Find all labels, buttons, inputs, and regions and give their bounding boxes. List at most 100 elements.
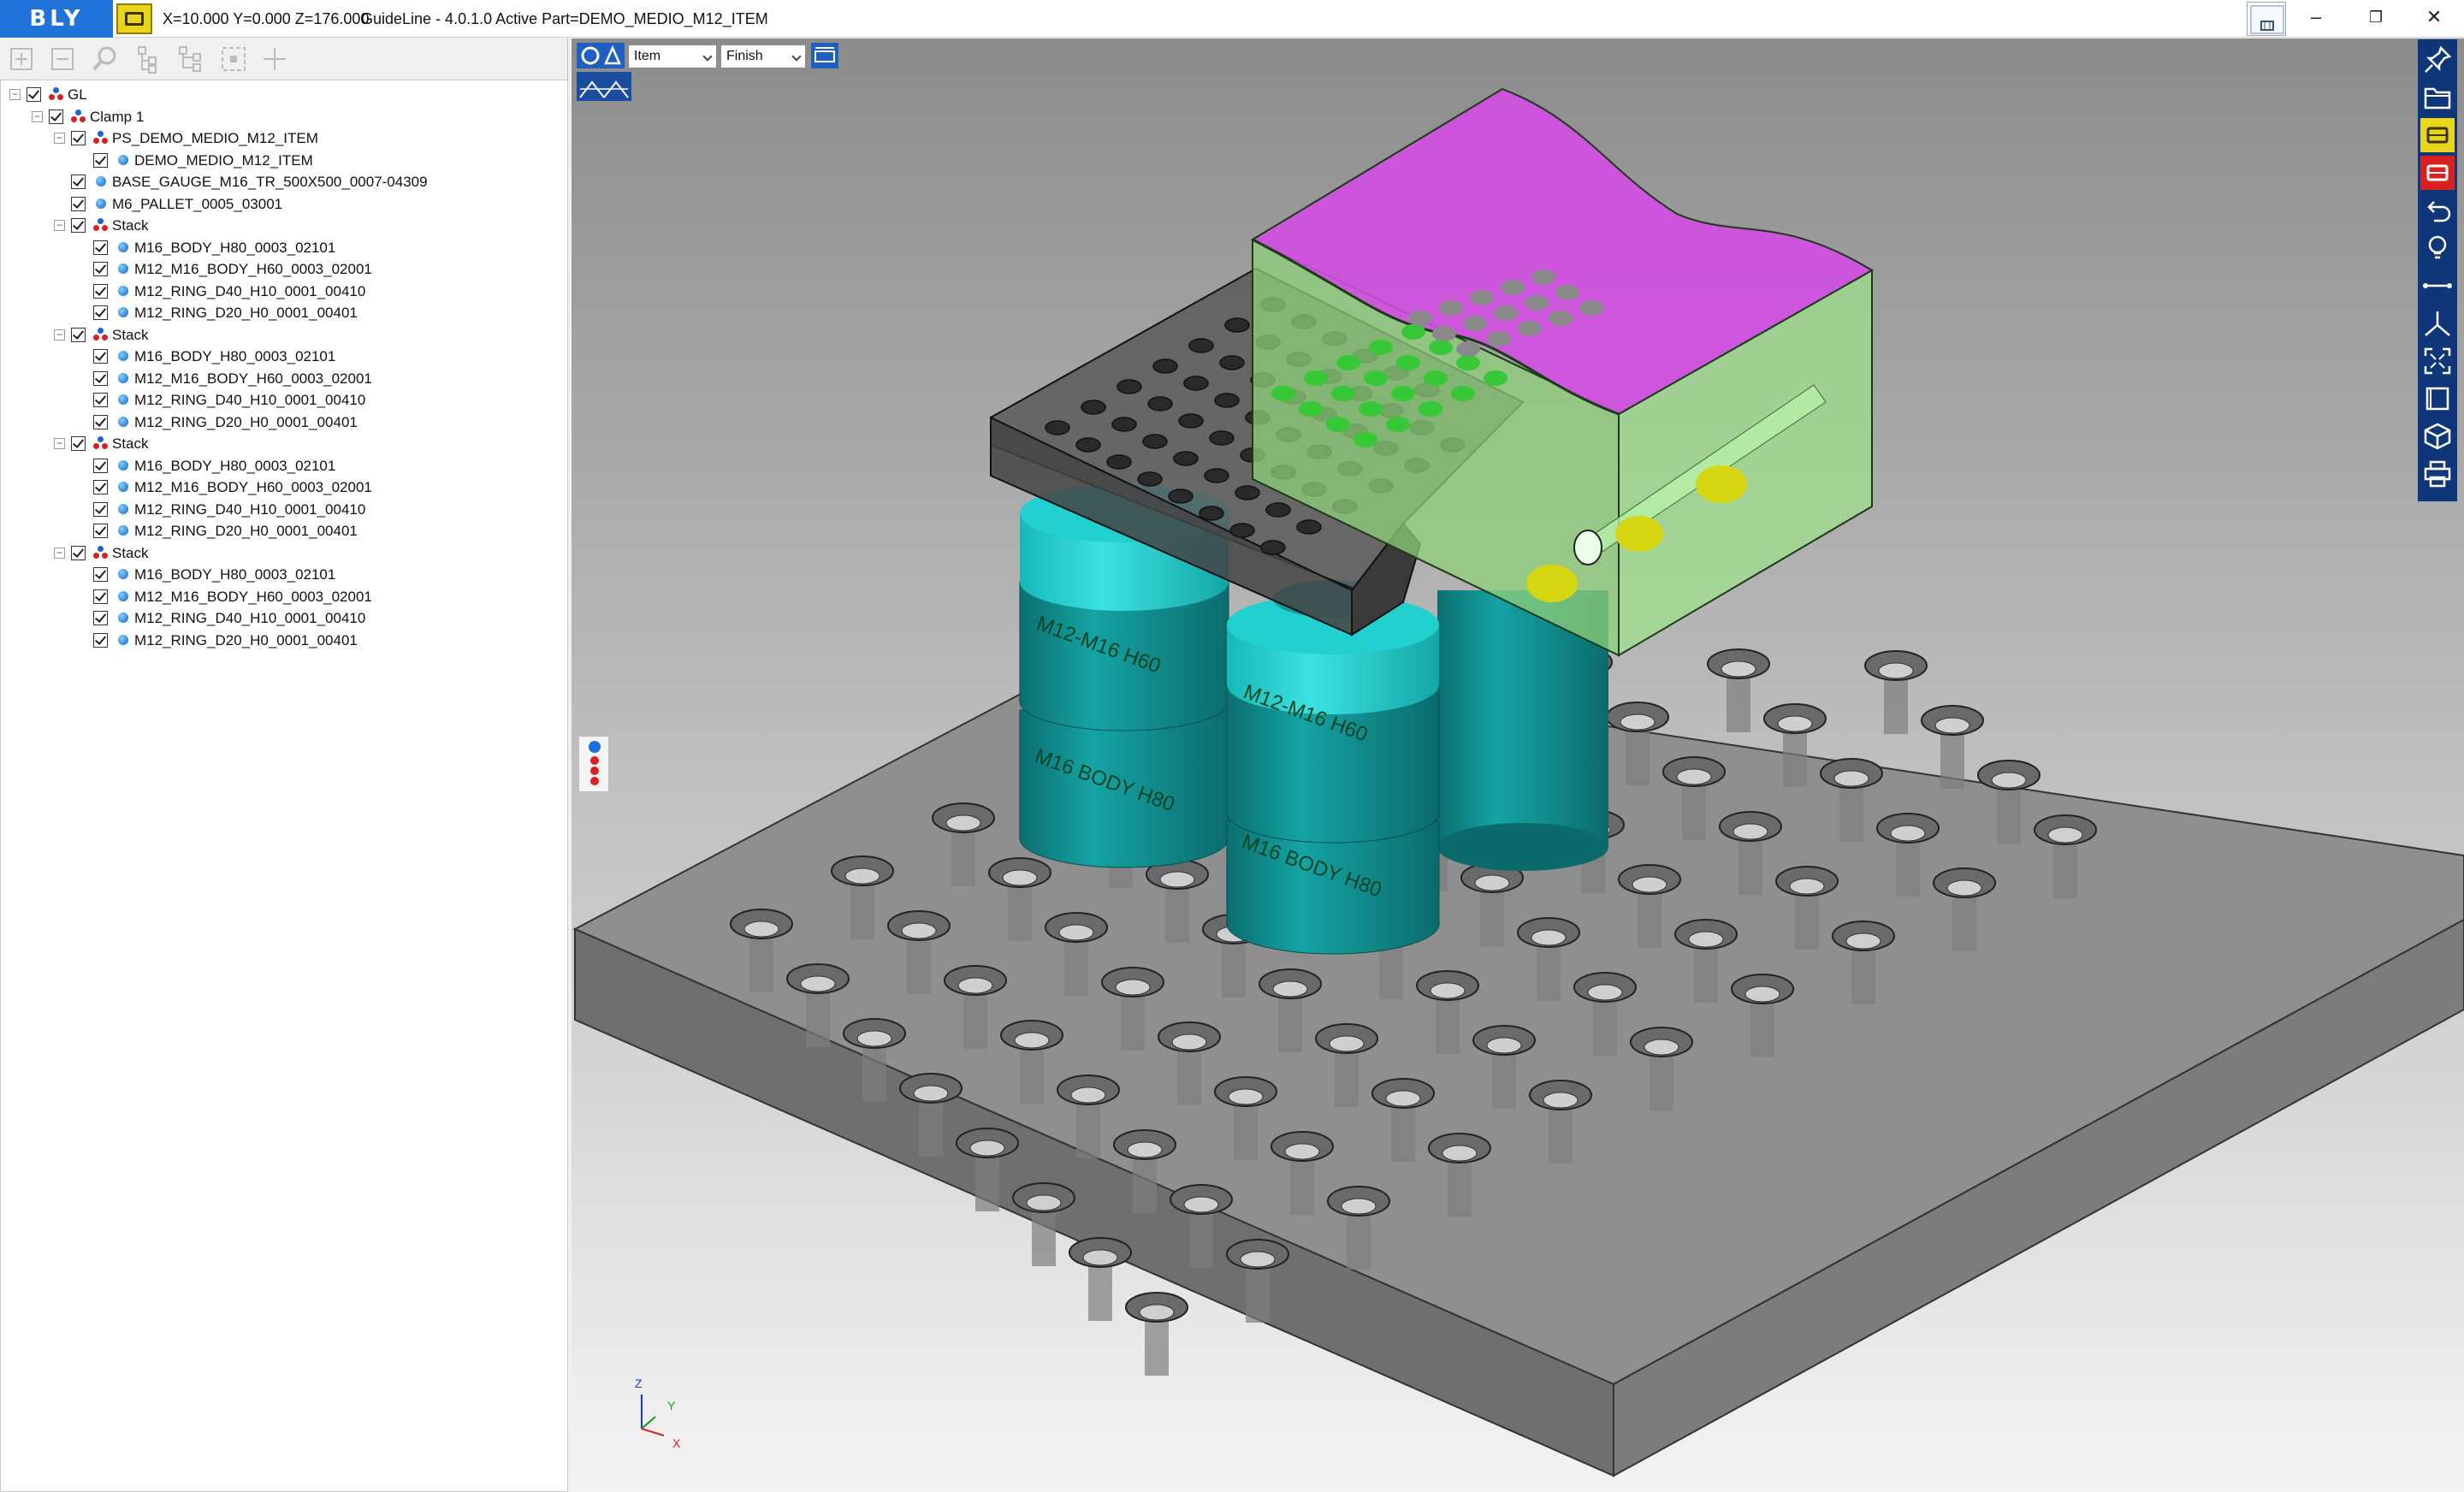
tree-row[interactable]: M12_M16_BODY_H60_0003_02001: [1, 258, 566, 280]
visibility-checkbox[interactable]: [93, 611, 108, 625]
pin-icon[interactable]: [2420, 43, 2455, 77]
finish-select[interactable]: Finish: [720, 44, 806, 68]
visibility-checkbox[interactable]: [93, 240, 108, 255]
visibility-checkbox[interactable]: [71, 175, 86, 189]
visibility-checkbox[interactable]: [93, 524, 108, 538]
expander-icon[interactable]: −: [54, 547, 65, 559]
visibility-checkbox[interactable]: [27, 87, 41, 102]
tree-row[interactable]: M16_BODY_H80_0003_02101: [1, 455, 566, 477]
visibility-checkbox[interactable]: [71, 327, 86, 342]
expander-icon[interactable]: −: [9, 89, 21, 100]
tree-row[interactable]: BASE_GAUGE_M16_TR_500X500_0007-04309: [1, 171, 566, 192]
visibility-checkbox[interactable]: [71, 218, 86, 233]
visibility-checkbox[interactable]: [93, 501, 108, 517]
fit-selection-icon[interactable]: [217, 44, 250, 74]
visibility-checkbox[interactable]: [93, 480, 108, 494]
visibility-checkbox[interactable]: [93, 305, 108, 320]
visibility-checkbox[interactable]: [93, 632, 108, 648]
visibility-checkbox[interactable]: [71, 131, 86, 145]
tree-row[interactable]: M12_RING_D40_H10_0001_00410: [1, 389, 566, 411]
visibility-checkbox[interactable]: [93, 567, 108, 582]
active-part-badge-icon[interactable]: [116, 3, 152, 34]
3d-box-icon[interactable]: [2420, 419, 2455, 453]
tree-row[interactable]: − GL: [1, 84, 566, 105]
tree-row[interactable]: M12_M16_BODY_H60_0003_02001: [1, 477, 566, 498]
expander-icon[interactable]: −: [32, 110, 43, 122]
visibility-checkbox[interactable]: [71, 436, 86, 451]
tree-row[interactable]: − Stack: [1, 215, 566, 236]
tree-row[interactable]: − Stack: [1, 324, 566, 346]
axes-icon[interactable]: [2420, 306, 2455, 340]
tree-row[interactable]: M12_RING_D40_H10_0001_00410: [1, 499, 566, 520]
visibility-checkbox[interactable]: [93, 589, 108, 604]
layout-icon[interactable]: [2247, 2, 2286, 36]
expander-icon[interactable]: −: [54, 133, 65, 144]
visibility-checkbox[interactable]: [93, 152, 108, 168]
add-icon[interactable]: [258, 44, 291, 74]
window-icon[interactable]: [2420, 382, 2455, 416]
visibility-checkbox[interactable]: [93, 370, 108, 386]
plate-hole: [1296, 519, 1322, 535]
tree-row[interactable]: M16_BODY_H80_0003_02101: [1, 346, 566, 367]
tree-row[interactable]: M6_PALLET_0005_03001: [1, 193, 566, 215]
view-orientation-icon[interactable]: [577, 72, 631, 101]
visibility-checkbox[interactable]: [93, 349, 108, 364]
visibility-checkbox[interactable]: [49, 109, 63, 124]
expander-icon[interactable]: −: [54, 329, 65, 340]
undo-icon[interactable]: [2420, 193, 2455, 228]
visibility-checkbox[interactable]: [93, 262, 108, 276]
measure-icon[interactable]: [2420, 269, 2455, 303]
tree-row[interactable]: M16_BODY_H80_0003_02101: [1, 237, 566, 258]
tree-row[interactable]: M12_M16_BODY_H60_0003_02001: [1, 368, 566, 389]
tree-row[interactable]: M12_RING_D20_H0_0001_00401: [1, 520, 566, 542]
green-hole: [1369, 340, 1393, 355]
tree-row[interactable]: M12_RING_D40_H10_0001_00410: [1, 281, 566, 302]
render-mode-icon[interactable]: [577, 43, 625, 68]
expand-all-icon[interactable]: [5, 44, 38, 74]
3d-scene[interactable]: M12-M16 H60 M16 BODY H80 M12-M16 H60 M16…: [572, 38, 2464, 1492]
visibility-checkbox[interactable]: [71, 196, 86, 211]
tree-row[interactable]: M12_RING_D20_H0_0001_00401: [1, 411, 566, 433]
visibility-checkbox[interactable]: [71, 545, 86, 560]
part-icon: [116, 371, 131, 387]
tree-row[interactable]: M12_RING_D40_H10_0001_00410: [1, 607, 566, 629]
tree-row[interactable]: − Clamp 1: [1, 106, 566, 127]
collapse-all-icon[interactable]: [46, 44, 79, 74]
minimize-button[interactable]: –: [2286, 0, 2346, 38]
visibility-checkbox[interactable]: [93, 414, 108, 429]
yellow-part-icon[interactable]: [2420, 118, 2455, 152]
tree-item-label: M12_RING_D20_H0_0001_00401: [134, 413, 358, 430]
sequence-panel-button[interactable]: [578, 736, 609, 792]
tree-row[interactable]: M12_RING_D20_H0_0001_00401: [1, 630, 566, 651]
plate-hole: [1081, 400, 1106, 415]
expander-icon[interactable]: −: [54, 438, 65, 449]
close-button[interactable]: ✕: [2404, 0, 2464, 38]
tree-row[interactable]: M16_BODY_H80_0003_02101: [1, 564, 566, 585]
section-icon[interactable]: [811, 43, 838, 68]
assembly-icon: [49, 87, 64, 103]
3d-viewport[interactable]: M12-M16 H60 M16 BODY H80 M12-M16 H60 M16…: [572, 38, 2464, 1492]
stack-center[interactable]: M12-M16 H60 M16 BODY H80: [1226, 580, 1440, 955]
tree-row[interactable]: DEMO_MEDIO_M12_ITEM: [1, 150, 566, 171]
tree-item-label: Clamp 1: [90, 108, 145, 125]
tree-row[interactable]: − PS_DEMO_MEDIO_M12_ITEM: [1, 127, 566, 149]
tree-row[interactable]: M12_RING_D20_H0_0001_00401: [1, 302, 566, 323]
visibility-checkbox[interactable]: [93, 458, 108, 473]
visibility-checkbox[interactable]: [93, 393, 108, 407]
restore-button[interactable]: ❐: [2346, 0, 2406, 38]
item-select[interactable]: Item: [628, 44, 717, 68]
open-folder-icon[interactable]: [2420, 80, 2455, 115]
tree-row[interactable]: − Stack: [1, 433, 566, 454]
tree-row[interactable]: − Stack: [1, 542, 566, 564]
grey-hole: [1531, 269, 1555, 285]
red-part-icon[interactable]: [2420, 156, 2455, 190]
tree-row[interactable]: M12_M16_BODY_H60_0003_02001: [1, 586, 566, 607]
tree-branch-icon[interactable]: [175, 44, 207, 74]
zoom-fit-icon[interactable]: [2420, 344, 2455, 378]
lightbulb-icon[interactable]: [2420, 231, 2455, 265]
visibility-checkbox[interactable]: [93, 283, 108, 299]
expander-icon[interactable]: −: [54, 220, 65, 231]
tree-hierarchy-icon[interactable]: [132, 44, 164, 74]
print-icon[interactable]: [2420, 457, 2455, 491]
search-icon[interactable]: [89, 44, 121, 74]
